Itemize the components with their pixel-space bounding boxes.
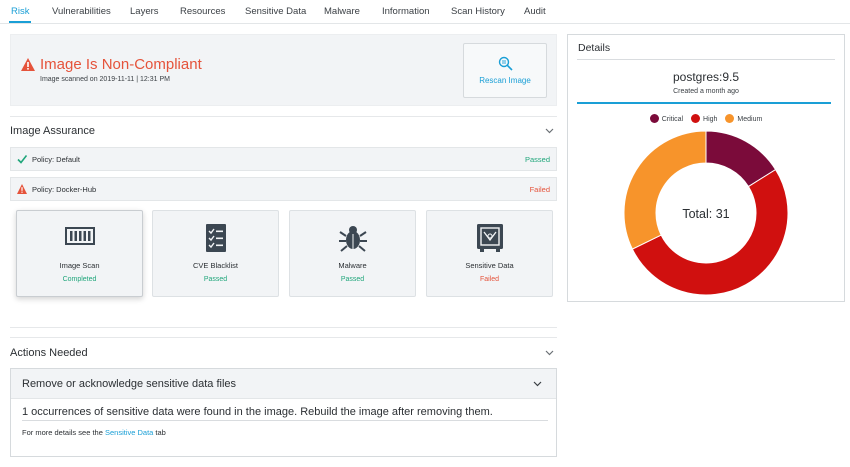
sensitive-data-card[interactable]: Sensitive Data Failed bbox=[426, 210, 553, 297]
severity-donut-chart: Total: 31 bbox=[623, 130, 789, 296]
tab-malware[interactable]: Malware bbox=[324, 6, 360, 17]
barcode-icon bbox=[64, 227, 95, 245]
compliance-banner: Image Is Non-Compliant Image scanned on … bbox=[10, 34, 557, 106]
chart-legend: Critical High Medium bbox=[568, 114, 844, 123]
sensitive-data-link[interactable]: Sensitive Data bbox=[105, 428, 153, 437]
divider bbox=[577, 59, 835, 60]
tab-bar: Risk Vulnerabilities Layers Resources Se… bbox=[0, 0, 850, 24]
tab-scan-history[interactable]: Scan History bbox=[451, 6, 505, 17]
card-title: Image Scan bbox=[59, 261, 100, 270]
accent-divider bbox=[577, 102, 831, 104]
details-panel: Details postgres:9.5 Created a month ago… bbox=[567, 34, 845, 302]
legend-dot-high bbox=[691, 114, 701, 123]
more-details-suffix: tab bbox=[155, 428, 166, 437]
warning-icon bbox=[21, 58, 35, 71]
donut-total-label: Total: 31 bbox=[682, 207, 729, 221]
image-name: postgres:9.5 bbox=[672, 70, 740, 84]
policy-name: Policy: Default bbox=[32, 155, 80, 164]
legend-label: High bbox=[703, 116, 718, 123]
donut-slice-medium[interactable] bbox=[623, 130, 707, 250]
policy-status: Passed bbox=[524, 155, 550, 164]
card-status: Failed bbox=[479, 276, 500, 283]
chevron-down-icon[interactable] bbox=[533, 381, 542, 387]
tab-audit[interactable]: Audit bbox=[524, 6, 546, 17]
card-status: Passed bbox=[340, 276, 365, 283]
legend-label: Critical bbox=[661, 116, 684, 123]
card-status: Completed bbox=[62, 276, 97, 283]
tab-sensitive-data[interactable]: Sensitive Data bbox=[245, 6, 306, 17]
policy-status: Failed bbox=[529, 185, 550, 194]
more-details-prefix: For more details see the bbox=[22, 428, 103, 437]
policy-row-docker-hub[interactable]: Policy: Docker-Hub Failed bbox=[10, 177, 557, 201]
divider bbox=[10, 116, 557, 117]
legend-label: Medium bbox=[737, 116, 763, 123]
created-time: Created a month ago bbox=[673, 88, 739, 95]
action-item-title: Remove or acknowledge sensitive data fil… bbox=[22, 378, 237, 390]
image-scan-card[interactable]: Image Scan Completed bbox=[16, 210, 143, 297]
legend-dot-medium bbox=[725, 114, 735, 123]
compliance-title: Image Is Non-Compliant bbox=[40, 56, 202, 73]
legend-item-medium[interactable]: Medium bbox=[725, 114, 762, 123]
malware-card[interactable]: Malware Passed bbox=[289, 210, 416, 297]
cve-blacklist-card[interactable]: CVE Blacklist Passed bbox=[152, 210, 279, 297]
divider bbox=[22, 420, 548, 421]
chevron-down-icon[interactable] bbox=[545, 128, 554, 134]
action-message: 1 occurrences of sensitive data were fou… bbox=[22, 406, 493, 418]
chevron-down-icon[interactable] bbox=[545, 350, 554, 356]
legend-item-high[interactable]: High bbox=[691, 114, 717, 123]
tab-vulnerabilities[interactable]: Vulnerabilities bbox=[52, 6, 111, 17]
rescan-image-button[interactable]: Rescan Image bbox=[463, 43, 547, 98]
checklist-icon bbox=[205, 224, 226, 252]
policy-row-default[interactable]: Policy: Default Passed bbox=[10, 147, 557, 171]
actions-needed-heading: Actions Needed bbox=[10, 347, 88, 359]
tab-information[interactable]: Information bbox=[382, 6, 430, 17]
legend-dot-critical bbox=[649, 114, 659, 123]
bug-icon bbox=[338, 226, 367, 252]
card-status: Passed bbox=[203, 276, 228, 283]
rescan-image-label: Rescan Image bbox=[479, 76, 531, 85]
card-title: CVE Blacklist bbox=[192, 261, 238, 270]
scan-timestamp: Image scanned on 2019-11-11 | 12:31 PM bbox=[40, 76, 170, 83]
more-details-text: For more details see the Sensitive Data … bbox=[22, 428, 166, 437]
active-tab-indicator bbox=[9, 21, 31, 23]
image-assurance-heading: Image Assurance bbox=[10, 125, 95, 137]
search-icon bbox=[498, 56, 513, 71]
warning-icon bbox=[17, 184, 27, 194]
tab-layers[interactable]: Layers bbox=[130, 6, 159, 17]
card-title: Sensitive Data bbox=[465, 261, 514, 270]
card-title: Malware bbox=[338, 261, 367, 270]
policy-name: Policy: Docker-Hub bbox=[32, 185, 97, 194]
action-item-panel: Remove or acknowledge sensitive data fil… bbox=[10, 368, 557, 457]
tab-resources[interactable]: Resources bbox=[180, 6, 225, 17]
divider bbox=[10, 327, 557, 328]
tab-risk[interactable]: Risk bbox=[11, 6, 29, 17]
legend-item-critical[interactable]: Critical bbox=[649, 114, 684, 123]
divider bbox=[10, 337, 557, 338]
check-icon bbox=[17, 155, 27, 164]
action-item-header[interactable]: Remove or acknowledge sensitive data fil… bbox=[11, 369, 556, 399]
safe-icon bbox=[476, 224, 503, 252]
details-heading: Details bbox=[578, 42, 611, 54]
